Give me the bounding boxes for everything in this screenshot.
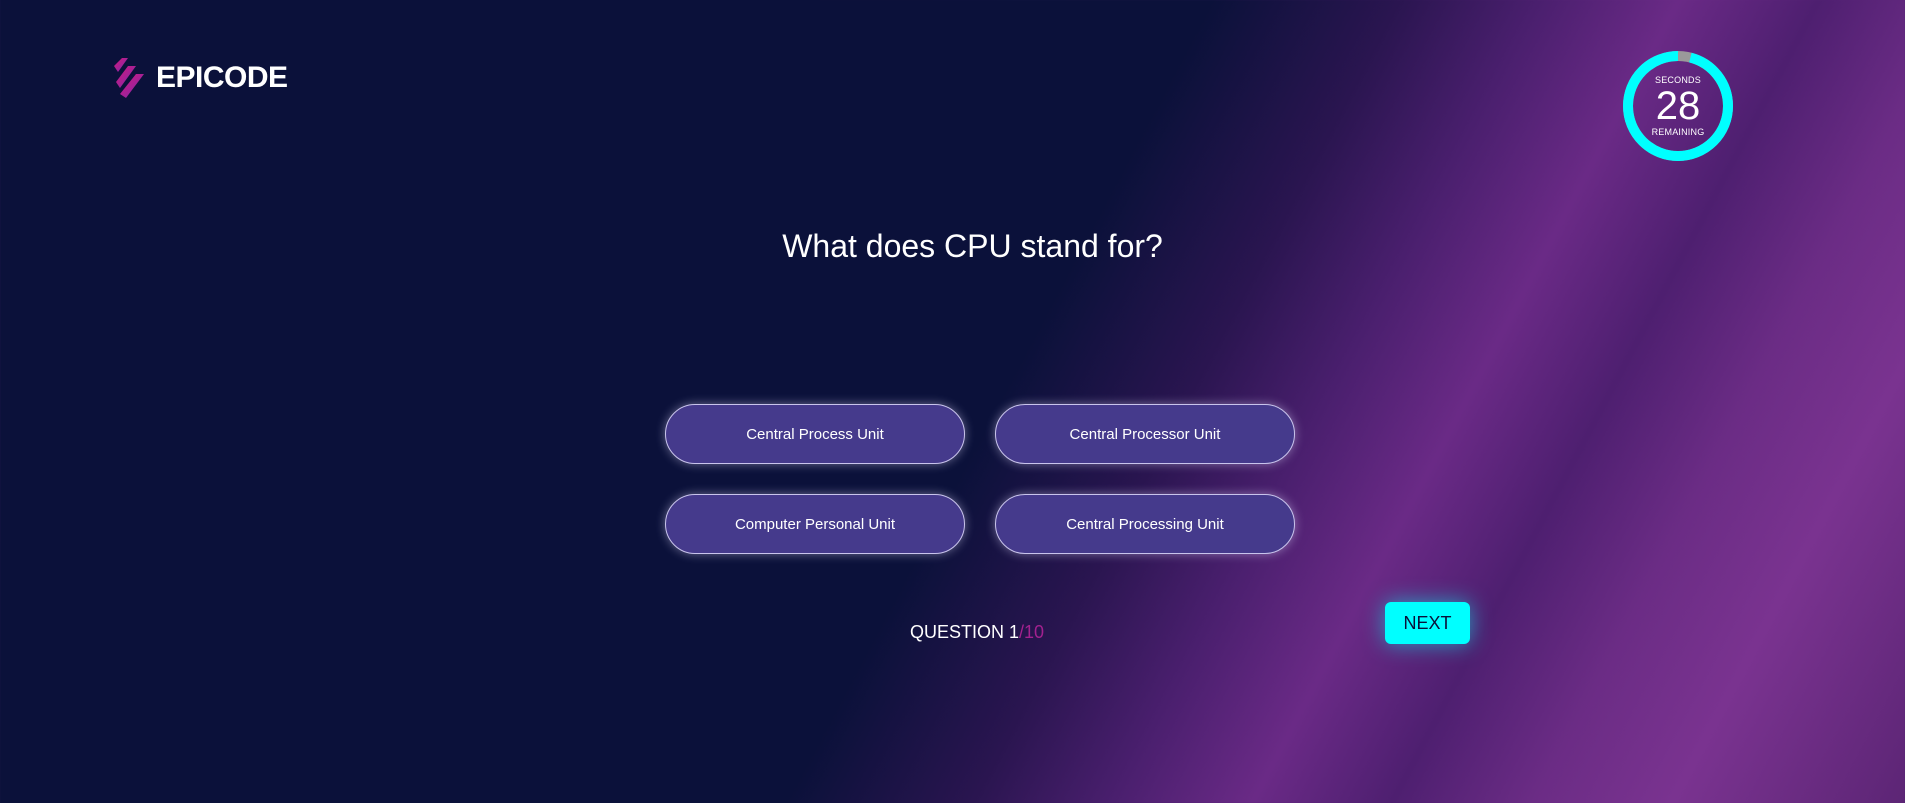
question-title: What does CPU stand for? bbox=[782, 228, 1163, 264]
epicode-stripes-icon bbox=[114, 58, 144, 98]
answer-grid: Central Process Unit Central Processor U… bbox=[665, 404, 1295, 554]
timer-label-bottom: REMAINING bbox=[1651, 127, 1705, 137]
next-button[interactable]: NEXT bbox=[1385, 602, 1470, 644]
question-counter-total: /10 bbox=[1019, 622, 1045, 642]
answer-option-1[interactable]: Central Process Unit bbox=[665, 404, 965, 464]
timer-value: 28 bbox=[1655, 84, 1701, 128]
answer-option-4[interactable]: Central Processing Unit bbox=[995, 494, 1295, 554]
logo-text: EPICODE bbox=[156, 61, 288, 94]
question-counter-current: QUESTION 1 bbox=[910, 622, 1020, 642]
epicode-logo: EPICODE bbox=[114, 58, 288, 98]
question-counter: QUESTION 1/10 bbox=[910, 622, 1044, 643]
countdown-timer: SECONDS 28 REMAINING bbox=[1622, 50, 1734, 162]
answer-option-3[interactable]: Computer Personal Unit bbox=[665, 494, 965, 554]
answer-option-2[interactable]: Central Processor Unit bbox=[995, 404, 1295, 464]
